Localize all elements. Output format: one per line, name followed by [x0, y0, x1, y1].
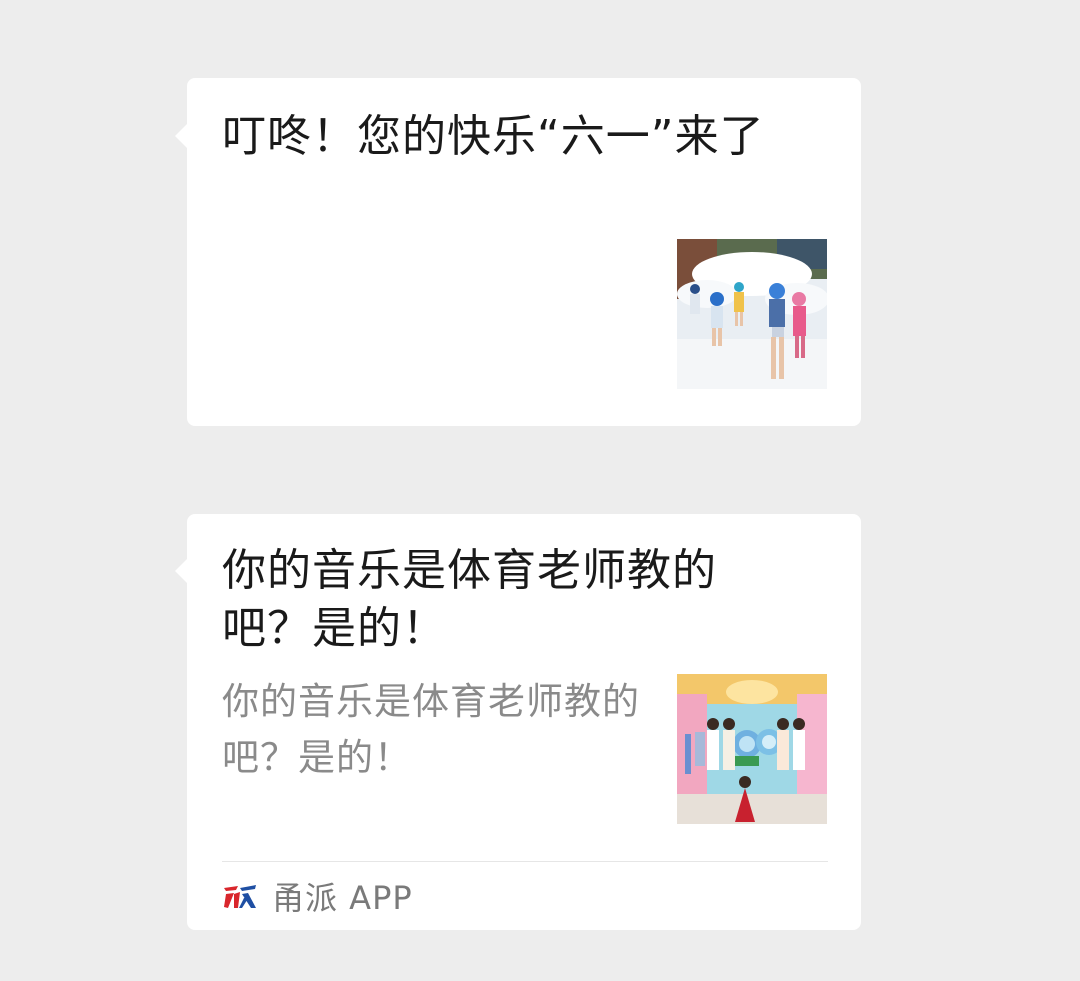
- bubble-tail: [175, 124, 187, 148]
- link-message-card-2[interactable]: 你的音乐是体育老师教的吧？是的！ 你的音乐是体育老师教的吧？是的！ 甬派 APP: [175, 514, 861, 930]
- children-stage-performance-image: [677, 674, 827, 824]
- message-title: 叮咚！您的快乐“六一”来了: [222, 111, 765, 162]
- message-title: 你的音乐是体育老师教的吧？是的！: [222, 545, 717, 654]
- message-source: 甬派 APP: [222, 876, 413, 917]
- link-message-card-1[interactable]: 叮咚！您的快乐“六一”来了: [175, 78, 861, 426]
- message-description: 你的音乐是体育老师教的吧？是的！: [222, 680, 640, 779]
- divider: [222, 861, 828, 862]
- message-thumbnail[interactable]: [677, 239, 827, 389]
- children-foam-party-image: [677, 239, 827, 389]
- bubble-tail: [175, 559, 187, 583]
- message-thumbnail[interactable]: [677, 674, 827, 824]
- yongpai-logo-icon: [224, 885, 256, 908]
- source-name: 甬派 APP: [272, 879, 413, 917]
